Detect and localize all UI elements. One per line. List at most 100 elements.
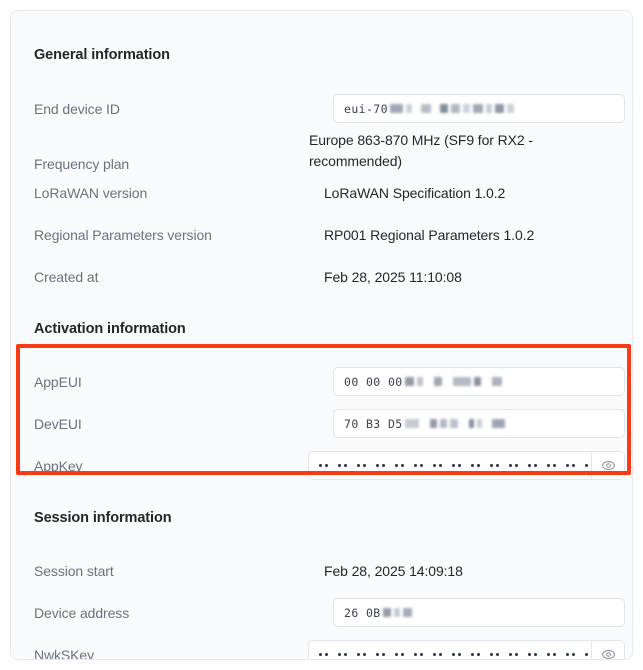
field-row-nwk-s-key: NwkSKey [11,634,632,660]
mask-dot [382,653,385,656]
value-created-at: Feb 28, 2025 11:10:08 [324,269,462,285]
field-row-dev-eui: DevEUI 70 B3 D5 [11,403,632,445]
device-overview-page: General information End device ID eui-70 [0,0,643,670]
mask-dot [452,653,455,656]
section-title-session-information: Session information [34,510,172,526]
mask-dot-group [433,653,445,656]
value-frequency-plan: Europe 863-870 MHz (SF9 for RX2 - recomm… [309,132,533,169]
mask-dot [376,653,379,656]
mask-dot [509,653,512,656]
mask-dot [395,653,398,656]
redacted-blocks [389,104,517,113]
mask-dot [363,653,366,656]
mask-dot [414,464,417,467]
app-eui-input[interactable]: 00 00 00 [333,367,625,396]
mask-dot [534,464,537,467]
mask-dot [382,464,385,467]
label-app-eui: AppEUI [34,374,82,390]
mask-dot [572,464,575,467]
mask-dot-group [509,653,521,656]
label-nwk-s-key: NwkSKey [34,647,94,660]
app-key-input[interactable] [308,451,625,480]
mask-dot [401,464,404,467]
mask-dot-group [319,464,331,467]
mask-dot [490,653,493,656]
mask-dot [376,464,379,467]
mask-dot [490,464,493,467]
value-lorawan-version: LoRaWAN Specification 1.0.2 [324,185,506,201]
mask-dot-group [357,653,369,656]
mask-dot-group [376,464,388,467]
redacted-blocks [404,377,505,386]
mask-dot [553,653,556,656]
mask-dot-group [395,653,407,656]
mask-dot [477,653,480,656]
mask-dot [357,464,360,467]
mask-dot-group [376,653,388,656]
end-device-id-input[interactable]: eui-70 [333,94,625,123]
redacted-blocks [404,419,508,428]
field-row-created-at: Created at Feb 28, 2025 11:10:08 [11,256,632,298]
nwk-s-key-input[interactable] [308,640,625,659]
app-eui-value: 00 00 00 [334,375,505,389]
mask-dot [566,464,569,467]
mask-dot-group [547,464,559,467]
field-row-session-start: Session start Feb 28, 2025 14:09:18 [11,550,632,592]
label-lorawan-version: LoRaWAN version [34,185,148,201]
mask-dot-group [452,653,464,656]
app-key-visibility-toggle[interactable] [592,452,624,479]
value-session-start: Feb 28, 2025 14:09:18 [324,563,463,579]
mask-dot-group [471,464,483,467]
mask-dot [433,653,436,656]
eye-icon [601,650,615,659]
mask-dot [439,464,442,467]
mask-dot [439,653,442,656]
redacted-blocks [382,608,415,617]
mask-dot [325,653,328,656]
mask-dot [458,464,461,467]
mask-dot-group [395,464,407,467]
mask-dot [458,653,461,656]
mask-dot-group [319,653,331,656]
field-row-app-eui: AppEUI 00 00 00 [11,361,632,403]
mask-dot [319,464,322,467]
mask-dot [325,464,328,467]
mask-dot [585,464,588,467]
mask-dot [515,653,518,656]
mask-dot-group [414,653,426,656]
mask-dot [547,464,550,467]
device-address-input[interactable]: 26 0B [333,598,625,627]
mask-dot [496,653,499,656]
section-title-general-information: General information [34,47,170,63]
mask-dot-group [490,653,502,656]
dev-eui-value: 70 B3 D5 [334,417,508,431]
mask-dot [547,653,550,656]
mask-dot [572,653,575,656]
mask-dot [452,464,455,467]
mask-dot [344,464,347,467]
app-key-masked-value [309,452,591,479]
mask-dot [338,464,341,467]
label-device-address: Device address [34,605,130,621]
mask-dot [395,464,398,467]
mask-dot [319,653,322,656]
mask-dot [528,464,531,467]
section-title-activation-information: Activation information [34,321,186,337]
label-frequency-plan: Frequency plan [34,156,130,172]
label-app-key: AppKey [34,458,83,474]
mask-dot [496,464,499,467]
mask-dot [528,653,531,656]
nwk-s-key-visibility-toggle[interactable] [592,641,624,659]
mask-dot-group [566,464,578,467]
mask-dot [471,464,474,467]
mask-dot [515,464,518,467]
mask-dot [509,464,512,467]
dev-eui-input[interactable]: 70 B3 D5 [333,409,625,438]
mask-dot [420,653,423,656]
eye-icon [601,461,615,470]
mask-dot-group [433,464,445,467]
field-row-regional-parameters-version: Regional Parameters version RP001 Region… [11,214,632,256]
device-info-card: General information End device ID eui-70 [10,10,633,660]
mask-dot [534,653,537,656]
mask-dot [363,464,366,467]
